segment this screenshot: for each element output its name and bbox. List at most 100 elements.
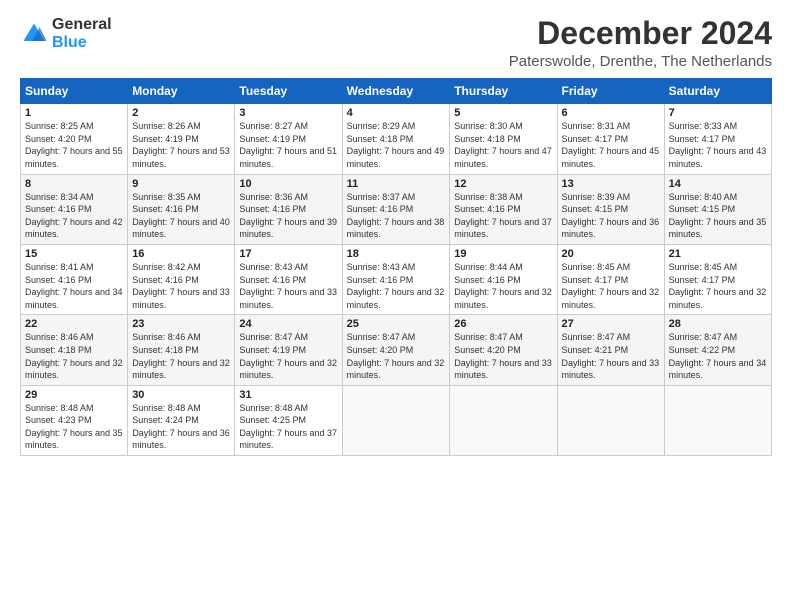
day-info: Sunrise: 8:39 AM Sunset: 4:15 PM Dayligh… — [562, 191, 660, 241]
day-info: Sunrise: 8:38 AM Sunset: 4:16 PM Dayligh… — [454, 191, 552, 241]
calendar-cell: 28 Sunrise: 8:47 AM Sunset: 4:22 PM Dayl… — [664, 315, 771, 385]
day-info: Sunrise: 8:48 AM Sunset: 4:25 PM Dayligh… — [239, 402, 337, 452]
day-number: 29 — [25, 389, 123, 401]
day-number: 7 — [669, 107, 767, 119]
calendar-cell: 31 Sunrise: 8:48 AM Sunset: 4:25 PM Dayl… — [235, 385, 342, 455]
logo-general: General — [52, 16, 112, 34]
calendar-cell: 20 Sunrise: 8:45 AM Sunset: 4:17 PM Dayl… — [557, 244, 664, 314]
calendar-header-friday: Friday — [557, 79, 664, 104]
calendar-header-row: SundayMondayTuesdayWednesdayThursdayFrid… — [21, 79, 772, 104]
calendar-week-row-2: 8 Sunrise: 8:34 AM Sunset: 4:16 PM Dayli… — [21, 174, 772, 244]
calendar-table: SundayMondayTuesdayWednesdayThursdayFrid… — [20, 78, 772, 456]
calendar-header-thursday: Thursday — [450, 79, 557, 104]
calendar-cell — [450, 385, 557, 455]
day-number: 15 — [25, 248, 123, 260]
calendar-week-row-4: 22 Sunrise: 8:46 AM Sunset: 4:18 PM Dayl… — [21, 315, 772, 385]
day-number: 18 — [347, 248, 446, 260]
calendar-cell: 11 Sunrise: 8:37 AM Sunset: 4:16 PM Dayl… — [342, 174, 450, 244]
calendar-cell — [342, 385, 450, 455]
day-number: 10 — [239, 178, 337, 190]
calendar-cell: 10 Sunrise: 8:36 AM Sunset: 4:16 PM Dayl… — [235, 174, 342, 244]
calendar-cell: 24 Sunrise: 8:47 AM Sunset: 4:19 PM Dayl… — [235, 315, 342, 385]
day-number: 24 — [239, 318, 337, 330]
day-number: 30 — [132, 389, 230, 401]
calendar-cell: 12 Sunrise: 8:38 AM Sunset: 4:16 PM Dayl… — [450, 174, 557, 244]
day-info: Sunrise: 8:47 AM Sunset: 4:21 PM Dayligh… — [562, 331, 660, 381]
month-year: December 2024 — [509, 16, 772, 51]
day-number: 2 — [132, 107, 230, 119]
day-number: 28 — [669, 318, 767, 330]
day-number: 19 — [454, 248, 552, 260]
calendar-cell: 14 Sunrise: 8:40 AM Sunset: 4:15 PM Dayl… — [664, 174, 771, 244]
calendar-week-row-5: 29 Sunrise: 8:48 AM Sunset: 4:23 PM Dayl… — [21, 385, 772, 455]
day-info: Sunrise: 8:29 AM Sunset: 4:18 PM Dayligh… — [347, 120, 446, 170]
logo: General Blue — [20, 16, 112, 51]
calendar-cell: 25 Sunrise: 8:47 AM Sunset: 4:20 PM Dayl… — [342, 315, 450, 385]
day-info: Sunrise: 8:33 AM Sunset: 4:17 PM Dayligh… — [669, 120, 767, 170]
day-number: 17 — [239, 248, 337, 260]
day-number: 4 — [347, 107, 446, 119]
day-info: Sunrise: 8:43 AM Sunset: 4:16 PM Dayligh… — [239, 261, 337, 311]
calendar-cell: 27 Sunrise: 8:47 AM Sunset: 4:21 PM Dayl… — [557, 315, 664, 385]
calendar-cell: 2 Sunrise: 8:26 AM Sunset: 4:19 PM Dayli… — [128, 104, 235, 174]
calendar-cell: 16 Sunrise: 8:42 AM Sunset: 4:16 PM Dayl… — [128, 244, 235, 314]
calendar-cell: 3 Sunrise: 8:27 AM Sunset: 4:19 PM Dayli… — [235, 104, 342, 174]
calendar-cell: 8 Sunrise: 8:34 AM Sunset: 4:16 PM Dayli… — [21, 174, 128, 244]
calendar-cell: 1 Sunrise: 8:25 AM Sunset: 4:20 PM Dayli… — [21, 104, 128, 174]
day-number: 23 — [132, 318, 230, 330]
day-number: 13 — [562, 178, 660, 190]
calendar-cell: 6 Sunrise: 8:31 AM Sunset: 4:17 PM Dayli… — [557, 104, 664, 174]
day-info: Sunrise: 8:30 AM Sunset: 4:18 PM Dayligh… — [454, 120, 552, 170]
logo-text: General Blue — [52, 16, 112, 51]
day-number: 31 — [239, 389, 337, 401]
day-info: Sunrise: 8:40 AM Sunset: 4:15 PM Dayligh… — [669, 191, 767, 241]
calendar-header-wednesday: Wednesday — [342, 79, 450, 104]
day-info: Sunrise: 8:25 AM Sunset: 4:20 PM Dayligh… — [25, 120, 123, 170]
header: General Blue December 2024 Paterswolde, … — [20, 16, 772, 70]
day-info: Sunrise: 8:44 AM Sunset: 4:16 PM Dayligh… — [454, 261, 552, 311]
page-container: General Blue December 2024 Paterswolde, … — [0, 0, 792, 466]
day-number: 1 — [25, 107, 123, 119]
day-number: 11 — [347, 178, 446, 190]
day-info: Sunrise: 8:47 AM Sunset: 4:20 PM Dayligh… — [347, 331, 446, 381]
calendar-cell: 13 Sunrise: 8:39 AM Sunset: 4:15 PM Dayl… — [557, 174, 664, 244]
calendar-header-monday: Monday — [128, 79, 235, 104]
day-number: 8 — [25, 178, 123, 190]
calendar-cell: 18 Sunrise: 8:43 AM Sunset: 4:16 PM Dayl… — [342, 244, 450, 314]
title-section: December 2024 Paterswolde, Drenthe, The … — [509, 16, 772, 70]
calendar-header-tuesday: Tuesday — [235, 79, 342, 104]
logo-blue: Blue — [52, 34, 112, 52]
day-info: Sunrise: 8:46 AM Sunset: 4:18 PM Dayligh… — [132, 331, 230, 381]
day-info: Sunrise: 8:48 AM Sunset: 4:23 PM Dayligh… — [25, 402, 123, 452]
logo-icon — [20, 20, 48, 48]
calendar-cell: 30 Sunrise: 8:48 AM Sunset: 4:24 PM Dayl… — [128, 385, 235, 455]
day-number: 20 — [562, 248, 660, 260]
calendar-cell: 26 Sunrise: 8:47 AM Sunset: 4:20 PM Dayl… — [450, 315, 557, 385]
day-number: 25 — [347, 318, 446, 330]
calendar-cell: 17 Sunrise: 8:43 AM Sunset: 4:16 PM Dayl… — [235, 244, 342, 314]
day-info: Sunrise: 8:37 AM Sunset: 4:16 PM Dayligh… — [347, 191, 446, 241]
calendar-cell: 29 Sunrise: 8:48 AM Sunset: 4:23 PM Dayl… — [21, 385, 128, 455]
day-info: Sunrise: 8:47 AM Sunset: 4:22 PM Dayligh… — [669, 331, 767, 381]
calendar-week-row-3: 15 Sunrise: 8:41 AM Sunset: 4:16 PM Dayl… — [21, 244, 772, 314]
day-info: Sunrise: 8:47 AM Sunset: 4:19 PM Dayligh… — [239, 331, 337, 381]
calendar-cell: 19 Sunrise: 8:44 AM Sunset: 4:16 PM Dayl… — [450, 244, 557, 314]
day-info: Sunrise: 8:45 AM Sunset: 4:17 PM Dayligh… — [669, 261, 767, 311]
day-number: 27 — [562, 318, 660, 330]
calendar-header-saturday: Saturday — [664, 79, 771, 104]
day-number: 5 — [454, 107, 552, 119]
calendar-cell: 4 Sunrise: 8:29 AM Sunset: 4:18 PM Dayli… — [342, 104, 450, 174]
day-info: Sunrise: 8:43 AM Sunset: 4:16 PM Dayligh… — [347, 261, 446, 311]
day-number: 3 — [239, 107, 337, 119]
day-number: 12 — [454, 178, 552, 190]
day-number: 21 — [669, 248, 767, 260]
day-number: 9 — [132, 178, 230, 190]
location: Paterswolde, Drenthe, The Netherlands — [509, 53, 772, 70]
day-info: Sunrise: 8:26 AM Sunset: 4:19 PM Dayligh… — [132, 120, 230, 170]
day-info: Sunrise: 8:46 AM Sunset: 4:18 PM Dayligh… — [25, 331, 123, 381]
calendar-cell — [557, 385, 664, 455]
day-info: Sunrise: 8:27 AM Sunset: 4:19 PM Dayligh… — [239, 120, 337, 170]
calendar-cell: 21 Sunrise: 8:45 AM Sunset: 4:17 PM Dayl… — [664, 244, 771, 314]
day-number: 6 — [562, 107, 660, 119]
day-number: 26 — [454, 318, 552, 330]
